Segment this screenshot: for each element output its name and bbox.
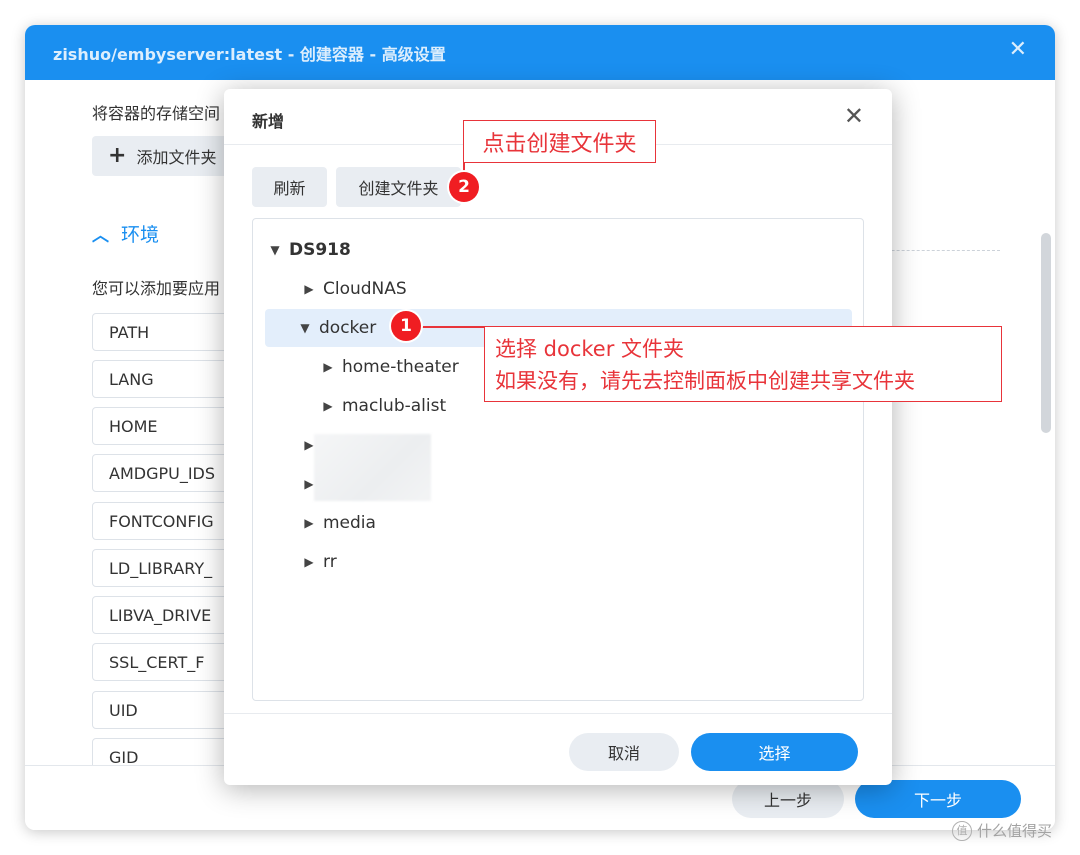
step-badge-1: 1 (391, 311, 421, 341)
tree-node-rr[interactable]: ▶ rr (265, 543, 852, 581)
close-icon[interactable]: ✕ (1009, 38, 1027, 62)
add-folder-dialog: 新增 ✕ 刷新 创建文件夹 ▼ DS918 ▶ CloudNAS ▼ docke… (224, 89, 892, 785)
caret-right-icon[interactable]: ▶ (299, 555, 319, 569)
next-step-button[interactable]: 下一步 (855, 780, 1021, 818)
tree-node-label: media (323, 513, 376, 533)
environment-section-toggle[interactable]: ︿ 环境 (92, 220, 159, 247)
environment-title: 环境 (121, 224, 160, 246)
select-button[interactable]: 选择 (691, 733, 858, 771)
cancel-button[interactable]: 取消 (569, 733, 679, 771)
tree-node-label: DS918 (289, 240, 351, 260)
tree-node-ds918[interactable]: ▼ DS918 (265, 231, 852, 269)
caret-down-icon[interactable]: ▼ (295, 321, 315, 335)
step-badge-2: 2 (449, 172, 479, 202)
annotation-callout-step2: 点击创建文件夹 (463, 120, 656, 163)
annotation-callout-step1: 选择 docker 文件夹 如果没有，请先去控制面板中创建共享文件夹 (484, 326, 1002, 402)
window-header: zishuo/embyserver:latest - 创建容器 - 高级设置 ✕ (25, 25, 1055, 80)
redacted-blur (314, 434, 431, 501)
caret-right-icon[interactable]: ▶ (318, 360, 338, 374)
caret-right-icon[interactable]: ▶ (318, 399, 338, 413)
tree-node-label: CloudNAS (323, 279, 407, 299)
tree-node-media[interactable]: ▶ media (265, 504, 852, 542)
caret-right-icon[interactable]: ▶ (299, 516, 319, 530)
window-title: zishuo/embyserver:latest - 创建容器 - 高级设置 (53, 45, 446, 64)
storage-description: 将容器的存储空间 (92, 104, 221, 123)
dialog-footer: 取消 选择 (224, 713, 892, 785)
tree-node-cloudnas[interactable]: ▶ CloudNAS (265, 270, 852, 308)
tree-node-label: docker (319, 318, 377, 338)
close-icon[interactable]: ✕ (844, 102, 864, 130)
folder-tree: ▼ DS918 ▶ CloudNAS ▼ docker ▶ home-theat… (252, 218, 864, 701)
callout-line-1: 选择 docker 文件夹 (495, 337, 685, 361)
caret-right-icon[interactable]: ▶ (299, 282, 319, 296)
add-folder-label: 添加文件夹 (136, 148, 217, 167)
annotation-leader-line (420, 326, 485, 328)
plus-icon: + (108, 143, 127, 168)
chevron-up-icon: ︿ (92, 226, 109, 246)
watermark: 值 什么值得买 (952, 820, 1052, 841)
callout-line-2: 如果没有，请先去控制面板中创建共享文件夹 (495, 369, 915, 393)
scrollbar[interactable] (1041, 233, 1051, 433)
tree-node-label: home-theater (342, 357, 459, 377)
create-folder-button[interactable]: 创建文件夹 (336, 167, 461, 207)
watermark-logo-icon: 值 (952, 820, 972, 841)
watermark-text: 什么值得买 (977, 822, 1053, 840)
prev-step-button[interactable]: 上一步 (732, 780, 844, 818)
tree-node-label: rr (323, 552, 337, 572)
dialog-title: 新增 (252, 112, 285, 131)
tree-node-label: maclub-alist (342, 396, 447, 416)
environment-description: 您可以添加要应用 (92, 279, 221, 298)
refresh-button[interactable]: 刷新 (252, 167, 327, 207)
caret-down-icon[interactable]: ▼ (265, 243, 285, 257)
